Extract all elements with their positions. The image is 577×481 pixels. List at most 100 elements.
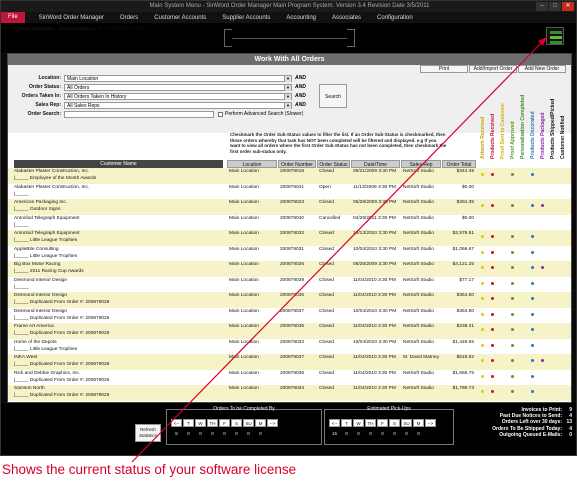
location-cell: Main Location [229, 169, 259, 174]
menu-sinword[interactable]: SinWord Order Manager [39, 15, 104, 21]
table-row[interactable]: Rick and Debbie Graphics, Inc. Main Locat… [8, 369, 571, 386]
substatus-header-proof-sent[interactable]: Proof Sent to Customer [498, 103, 507, 159]
day-button[interactable]: <-- [329, 419, 340, 427]
print-button[interactable]: Print [420, 65, 468, 73]
col-date-time[interactable]: Date/Time [351, 160, 400, 168]
table-row[interactable]: Antonlod Telegraph Equipment Main Locatio… [8, 214, 571, 231]
order-description: |_____ Duplicated From Order #: 20087902… [14, 331, 110, 336]
order-number-cell: 200879037 [280, 308, 305, 314]
add-import-order-button[interactable]: Add/Import Order [469, 65, 517, 73]
minimize-icon[interactable]: – [536, 2, 548, 11]
col-order-total[interactable]: Order Total [442, 160, 476, 168]
menu-orders[interactable]: Orders [120, 15, 138, 21]
day-button[interactable]: W [353, 419, 364, 427]
license-status-icon[interactable] [546, 27, 564, 45]
menu-accounting[interactable]: Accounting [286, 15, 316, 21]
order-number-cell: 200879036 [280, 293, 305, 298]
day-count: 0 [235, 431, 238, 436]
order-total-cell: $77.17 [459, 277, 474, 283]
order-description: |_____ [14, 222, 29, 228]
substatus-header-customer-notified[interactable]: Customer Notified [558, 116, 567, 159]
day-button[interactable]: SU [243, 419, 254, 427]
menu-supplier-accounts[interactable]: Supplier Accounts [222, 15, 270, 21]
order-status-select[interactable]: All Orders ▼ [64, 83, 292, 91]
day-button[interactable]: --> [267, 419, 278, 427]
day-count: 0 [199, 431, 202, 436]
menu-customer-accounts[interactable]: Customer Accounts [154, 15, 206, 21]
order-number-cell: 200879034 [280, 386, 305, 391]
advanced-search-checkbox[interactable] [218, 111, 223, 117]
col-location[interactable]: Location [227, 160, 277, 168]
menu-file[interactable]: File [1, 12, 25, 23]
col-order-status[interactable]: Order Status [317, 160, 350, 168]
close-icon[interactable]: ✕ [562, 2, 574, 11]
day-button[interactable]: TH [365, 419, 376, 427]
table-row[interactable]: AppleBite Consulting Main Location 2008790… [8, 245, 571, 262]
customer-name-cell: Antonlod Telegraph Equipment [14, 215, 80, 221]
sales-rep-select[interactable]: All Sales Reps ▼ [64, 101, 292, 109]
day-button[interactable]: S [389, 419, 400, 427]
substatus-header-artwork-received[interactable]: Artwork Received [478, 117, 487, 159]
substatus-header-shipped[interactable]: Products Shipped/Picked [548, 99, 557, 159]
substatus-dot [481, 359, 484, 362]
menu-associates[interactable]: Associates [332, 15, 361, 21]
col-sales-rep[interactable]: Sales Rep [401, 160, 441, 168]
orders-taken-in-select[interactable]: All Orders Taken In History ▼ [64, 92, 292, 100]
table-row[interactable]: Americon Packaging Inc. Main Location 2008… [8, 199, 571, 215]
stat-label: Orders To Be Shipped Today: [492, 425, 562, 432]
day-button[interactable]: <-- [171, 419, 182, 427]
stat-label: Invoices to Print: [521, 407, 562, 413]
refresh-statistics-button[interactable]: Refresh Statistics [135, 424, 161, 442]
substatus-dot [481, 173, 484, 176]
location-cell: Main Location [229, 215, 259, 221]
substatus-header-decorated[interactable]: Products Decorated [528, 111, 537, 159]
table-row[interactable]: Desmond Interior Design Main Location 2008… [8, 307, 571, 324]
substatus-dot [511, 281, 514, 285]
day-button[interactable]: T [341, 419, 352, 427]
day-button[interactable]: F [377, 419, 388, 427]
maximize-icon[interactable]: □ [549, 2, 561, 11]
table-row[interactable]: Desmond Interior Design Main Location 2008… [8, 292, 571, 308]
day-button[interactable]: T [183, 419, 194, 427]
day-button[interactable]: --> [425, 419, 436, 427]
substatus-dot [511, 173, 514, 176]
day-button[interactable]: M [413, 419, 424, 427]
sales-rep-cell: NetSoft Studio [403, 293, 434, 298]
table-row[interactable]: Alabaster Plaster Construction, Inc. Main… [8, 168, 571, 184]
day-button[interactable]: F [219, 419, 230, 427]
day-button[interactable]: S [231, 419, 242, 427]
col-order-number[interactable]: Order Number [278, 160, 316, 168]
location-select[interactable]: Main Location ▼ [64, 74, 292, 82]
substatus-header-packaged[interactable]: Products Packaged [538, 113, 547, 159]
day-button[interactable]: M [255, 419, 266, 427]
substatus-header-proof-approved[interactable]: Proof Approved [508, 119, 517, 159]
substatus-header-personalization[interactable]: Personalization Completed [518, 95, 527, 159]
customer-name-cell: Americon Packaging Inc. [14, 200, 68, 205]
advanced-search-label: Perform Advanced Search (Slower) [225, 111, 304, 117]
day-button[interactable]: TH [207, 419, 218, 427]
order-search-input[interactable] [64, 110, 214, 118]
substatus-header-products-received[interactable]: Products Received [488, 114, 497, 159]
table-row[interactable]: Samson North Main Location 200879034 Closed… [8, 385, 571, 401]
table-row[interactable]: Home of the Depots Main Location 200879033… [8, 338, 571, 355]
search-button[interactable]: Search [319, 84, 347, 108]
add-new-order-button[interactable]: Add New Order [518, 65, 566, 73]
table-row[interactable]: INKA West Main Location 200879037 Closed 11/… [8, 354, 571, 370]
and-label: AND [295, 84, 306, 90]
col-customer-name[interactable]: Customer Name [14, 160, 224, 168]
date-time-cell: 11/04/2010 3:30 PM [353, 370, 396, 376]
table-row[interactable]: Big Box Motor Racing Main Location 2008790… [8, 261, 571, 277]
order-description: |_____ Duplicated From Order #: 20087902… [14, 377, 110, 383]
menu-configuration[interactable]: Configuration [377, 15, 413, 21]
table-row[interactable]: Desmond Interior Design Main Location 2008… [8, 276, 571, 293]
substatus-dot [491, 390, 494, 393]
table-row[interactable]: Frame Art America Main Location 200879035 C… [8, 323, 571, 339]
customer-name-cell: Desmond Interior Design [14, 277, 68, 283]
substatus-filter-headers: Artwork Received Products Received Proof… [478, 95, 571, 159]
day-button[interactable]: SU [401, 419, 412, 427]
day-button[interactable]: W [195, 419, 206, 427]
table-row[interactable]: Antonlod Telegraph Equipment Main Locatio… [8, 230, 571, 246]
app-window: Main System Menu - SinWord Order Manager… [0, 0, 577, 456]
day-count: 15 [331, 431, 337, 436]
table-row[interactable]: Alabaster Plaster Construction, Inc. Main… [8, 183, 571, 200]
